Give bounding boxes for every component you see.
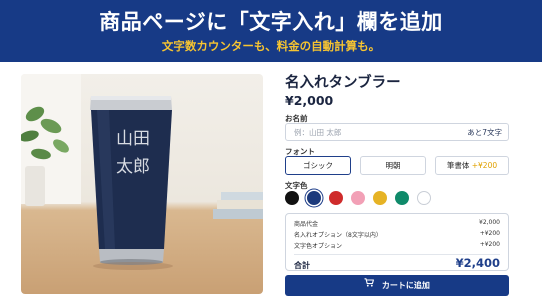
banner-subtitle: 文字数カウンターも、料金の自動計算も。 bbox=[161, 39, 381, 53]
color-swatch-black[interactable] bbox=[285, 191, 299, 205]
summary-row-value: +¥200 bbox=[479, 230, 500, 237]
summary-total: 合計 ¥2,400 bbox=[294, 254, 500, 270]
product-price: ¥2,000 bbox=[285, 93, 334, 108]
summary-row-label: 文字色オプション bbox=[294, 243, 343, 250]
color-swatch-navy[interactable] bbox=[307, 191, 321, 205]
product-photo: 山田 太郎 bbox=[21, 74, 263, 294]
name-input-placeholder: 例：山田 太郎 bbox=[294, 128, 342, 137]
add-to-cart-button[interactable]: カートに追加 bbox=[285, 275, 509, 296]
font-option-surcharge: +¥200 bbox=[471, 161, 498, 170]
font-option-label: 筆書体 bbox=[446, 161, 470, 170]
color-swatch-red[interactable] bbox=[329, 191, 343, 205]
cart-icon bbox=[364, 274, 375, 295]
color-swatch-white[interactable] bbox=[417, 191, 431, 205]
price-summary: 商品代金 ¥2,000 名入れオプション（8文字以内） +¥200 文字色オプシ… bbox=[285, 213, 509, 271]
font-option-label: 明朝 bbox=[385, 161, 401, 170]
summary-row: 商品代金 ¥2,000 bbox=[294, 219, 500, 228]
color-swatch-pink[interactable] bbox=[351, 191, 365, 205]
summary-row-value: +¥200 bbox=[479, 241, 500, 248]
font-option-mincho[interactable]: 明朝 bbox=[360, 156, 426, 175]
total-value: ¥2,400 bbox=[455, 256, 500, 270]
font-option-brush[interactable]: 筆書体 +¥200 bbox=[435, 156, 509, 175]
color-swatch-green[interactable] bbox=[395, 191, 409, 205]
character-counter: あと7文字 bbox=[467, 128, 502, 137]
font-option-label: ゴシック bbox=[303, 161, 333, 170]
color-swatch-yellow[interactable] bbox=[373, 191, 387, 205]
summary-row-label: 名入れオプション（8文字以内） bbox=[294, 232, 382, 239]
summary-row: 名入れオプション（8文字以内） +¥200 bbox=[294, 230, 500, 239]
hero-banner: 商品ページに「文字入れ」欄を追加 文字数カウンターも、料金の自動計算も。 bbox=[0, 0, 542, 62]
tumbler-illustration: 山田 太郎 bbox=[21, 74, 263, 270]
engraving-line-1: 山田 bbox=[116, 129, 150, 149]
color-label: 文字色 bbox=[285, 181, 308, 190]
font-option-gothic[interactable]: ゴシック bbox=[285, 156, 351, 175]
total-label: 合計 bbox=[294, 261, 310, 270]
banner-title: 商品ページに「文字入れ」欄を追加 bbox=[99, 10, 443, 34]
product-name: 名入れタンブラー bbox=[285, 75, 401, 91]
summary-row-value: ¥2,000 bbox=[479, 219, 500, 226]
name-input[interactable]: 例：山田 太郎 あと7文字 bbox=[285, 123, 509, 141]
add-to-cart-label: カートに追加 bbox=[381, 281, 430, 290]
engraving-line-2: 太郎 bbox=[116, 157, 150, 177]
summary-row: 文字色オプション +¥200 bbox=[294, 241, 500, 250]
summary-row-label: 商品代金 bbox=[294, 221, 319, 228]
